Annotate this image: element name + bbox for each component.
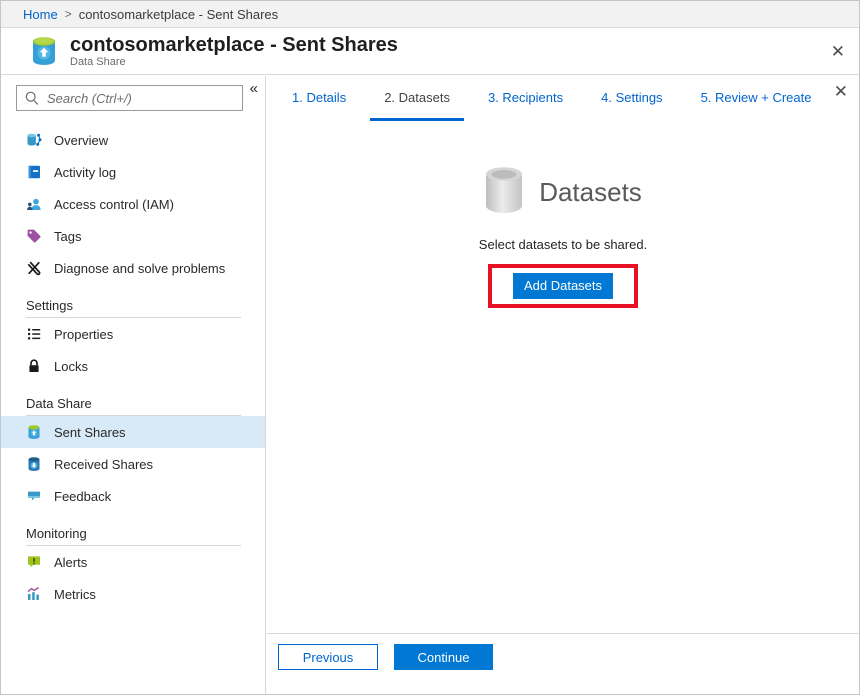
- tags-icon: [26, 228, 42, 244]
- sidebar-section-data-share: Data Share: [26, 396, 241, 416]
- access-control-icon: [26, 196, 42, 212]
- page-title-block: contosomarketplace - Sent Shares Data Sh…: [70, 34, 398, 69]
- metrics-icon: [26, 586, 42, 602]
- sidebar-item-locks[interactable]: Locks: [1, 350, 265, 382]
- sidebar-item-diagnose[interactable]: Diagnose and solve problems: [1, 252, 265, 284]
- sidebar-item-label: Tags: [54, 229, 81, 244]
- search-input[interactable]: [16, 85, 243, 111]
- sidebar-item-overview[interactable]: Overview: [1, 124, 265, 156]
- tab-review-create[interactable]: 5. Review + Create: [687, 76, 826, 121]
- sidebar-item-label: Alerts: [54, 555, 87, 570]
- activity-log-icon: [26, 164, 42, 180]
- page-header: contosomarketplace - Sent Shares Data Sh…: [1, 29, 859, 75]
- panel-title: Datasets: [539, 177, 642, 208]
- sidebar: « Overview: [1, 76, 266, 694]
- breadcrumb-current: contosomarketplace - Sent Shares: [79, 7, 278, 22]
- data-share-icon: [31, 36, 57, 67]
- sidebar-item-activity-log[interactable]: Activity log: [1, 156, 265, 188]
- sidebar-item-access-control[interactable]: Access control (IAM): [1, 188, 265, 220]
- sidebar-item-label: Metrics: [54, 587, 96, 602]
- diagnose-icon: [26, 260, 42, 276]
- sidebar-item-alerts[interactable]: Alerts: [1, 546, 265, 578]
- app-window: Home > contosomarketplace - Sent Shares …: [0, 0, 860, 695]
- tab-datasets[interactable]: 2. Datasets: [370, 76, 464, 121]
- sidebar-item-label: Received Shares: [54, 457, 153, 472]
- sidebar-item-label: Sent Shares: [54, 425, 126, 440]
- sidebar-section-monitoring: Monitoring: [26, 526, 241, 546]
- dataset-cylinder-icon: [484, 166, 524, 219]
- sidebar-item-label: Locks: [54, 359, 88, 374]
- wizard-tabs: 1. Details 2. Datasets 3. Recipients 4. …: [267, 76, 859, 121]
- feedback-icon: [26, 488, 42, 504]
- sidebar-item-metrics[interactable]: Metrics: [1, 578, 265, 610]
- close-icon[interactable]: ✕: [831, 43, 845, 60]
- sidebar-item-label: Activity log: [54, 165, 116, 180]
- page-title: contosomarketplace - Sent Shares: [70, 34, 398, 56]
- tab-recipients[interactable]: 3. Recipients: [474, 76, 577, 121]
- sidebar-collapse-icon[interactable]: «: [250, 80, 258, 97]
- sidebar-nav: Overview Activity log: [1, 124, 265, 610]
- search-icon: [24, 90, 40, 106]
- wizard-panel: 1. Details 2. Datasets 3. Recipients 4. …: [267, 76, 859, 694]
- sidebar-item-properties[interactable]: Properties: [1, 318, 265, 350]
- sent-shares-icon: [26, 424, 42, 440]
- add-datasets-button[interactable]: Add Datasets: [513, 273, 613, 299]
- sidebar-section-settings: Settings: [26, 298, 241, 318]
- panel-description: Select datasets to be shared.: [267, 237, 859, 252]
- datasets-hero: Datasets: [267, 166, 859, 219]
- continue-button[interactable]: Continue: [394, 644, 493, 670]
- lock-icon: [26, 358, 42, 374]
- sidebar-item-feedback[interactable]: Feedback: [1, 480, 265, 512]
- breadcrumb-separator: >: [65, 7, 72, 21]
- sidebar-item-tags[interactable]: Tags: [1, 220, 265, 252]
- tab-details[interactable]: 1. Details: [278, 76, 360, 121]
- overview-icon: [26, 132, 42, 148]
- sidebar-item-received-shares[interactable]: Received Shares: [1, 448, 265, 480]
- sidebar-item-label: Properties: [54, 327, 113, 342]
- tab-settings[interactable]: 4. Settings: [587, 76, 676, 121]
- datasets-panel-body: Datasets Select datasets to be shared. A…: [267, 166, 859, 308]
- breadcrumb: Home > contosomarketplace - Sent Shares: [1, 1, 859, 28]
- properties-icon: [26, 326, 42, 342]
- sidebar-item-label: Access control (IAM): [54, 197, 174, 212]
- alerts-icon: [26, 554, 42, 570]
- annotation-highlight: Add Datasets: [488, 264, 638, 308]
- sidebar-search: [16, 85, 243, 111]
- close-icon[interactable]: ✕: [834, 82, 848, 102]
- page-subtitle: Data Share: [70, 56, 398, 69]
- sidebar-item-label: Overview: [54, 133, 108, 148]
- previous-button[interactable]: Previous: [278, 644, 378, 670]
- sidebar-item-label: Feedback: [54, 489, 111, 504]
- sidebar-item-sent-shares[interactable]: Sent Shares: [1, 416, 265, 448]
- sidebar-item-label: Diagnose and solve problems: [54, 261, 225, 276]
- received-shares-icon: [26, 456, 42, 472]
- wizard-footer: Previous Continue: [267, 633, 859, 694]
- breadcrumb-home-link[interactable]: Home: [23, 7, 58, 22]
